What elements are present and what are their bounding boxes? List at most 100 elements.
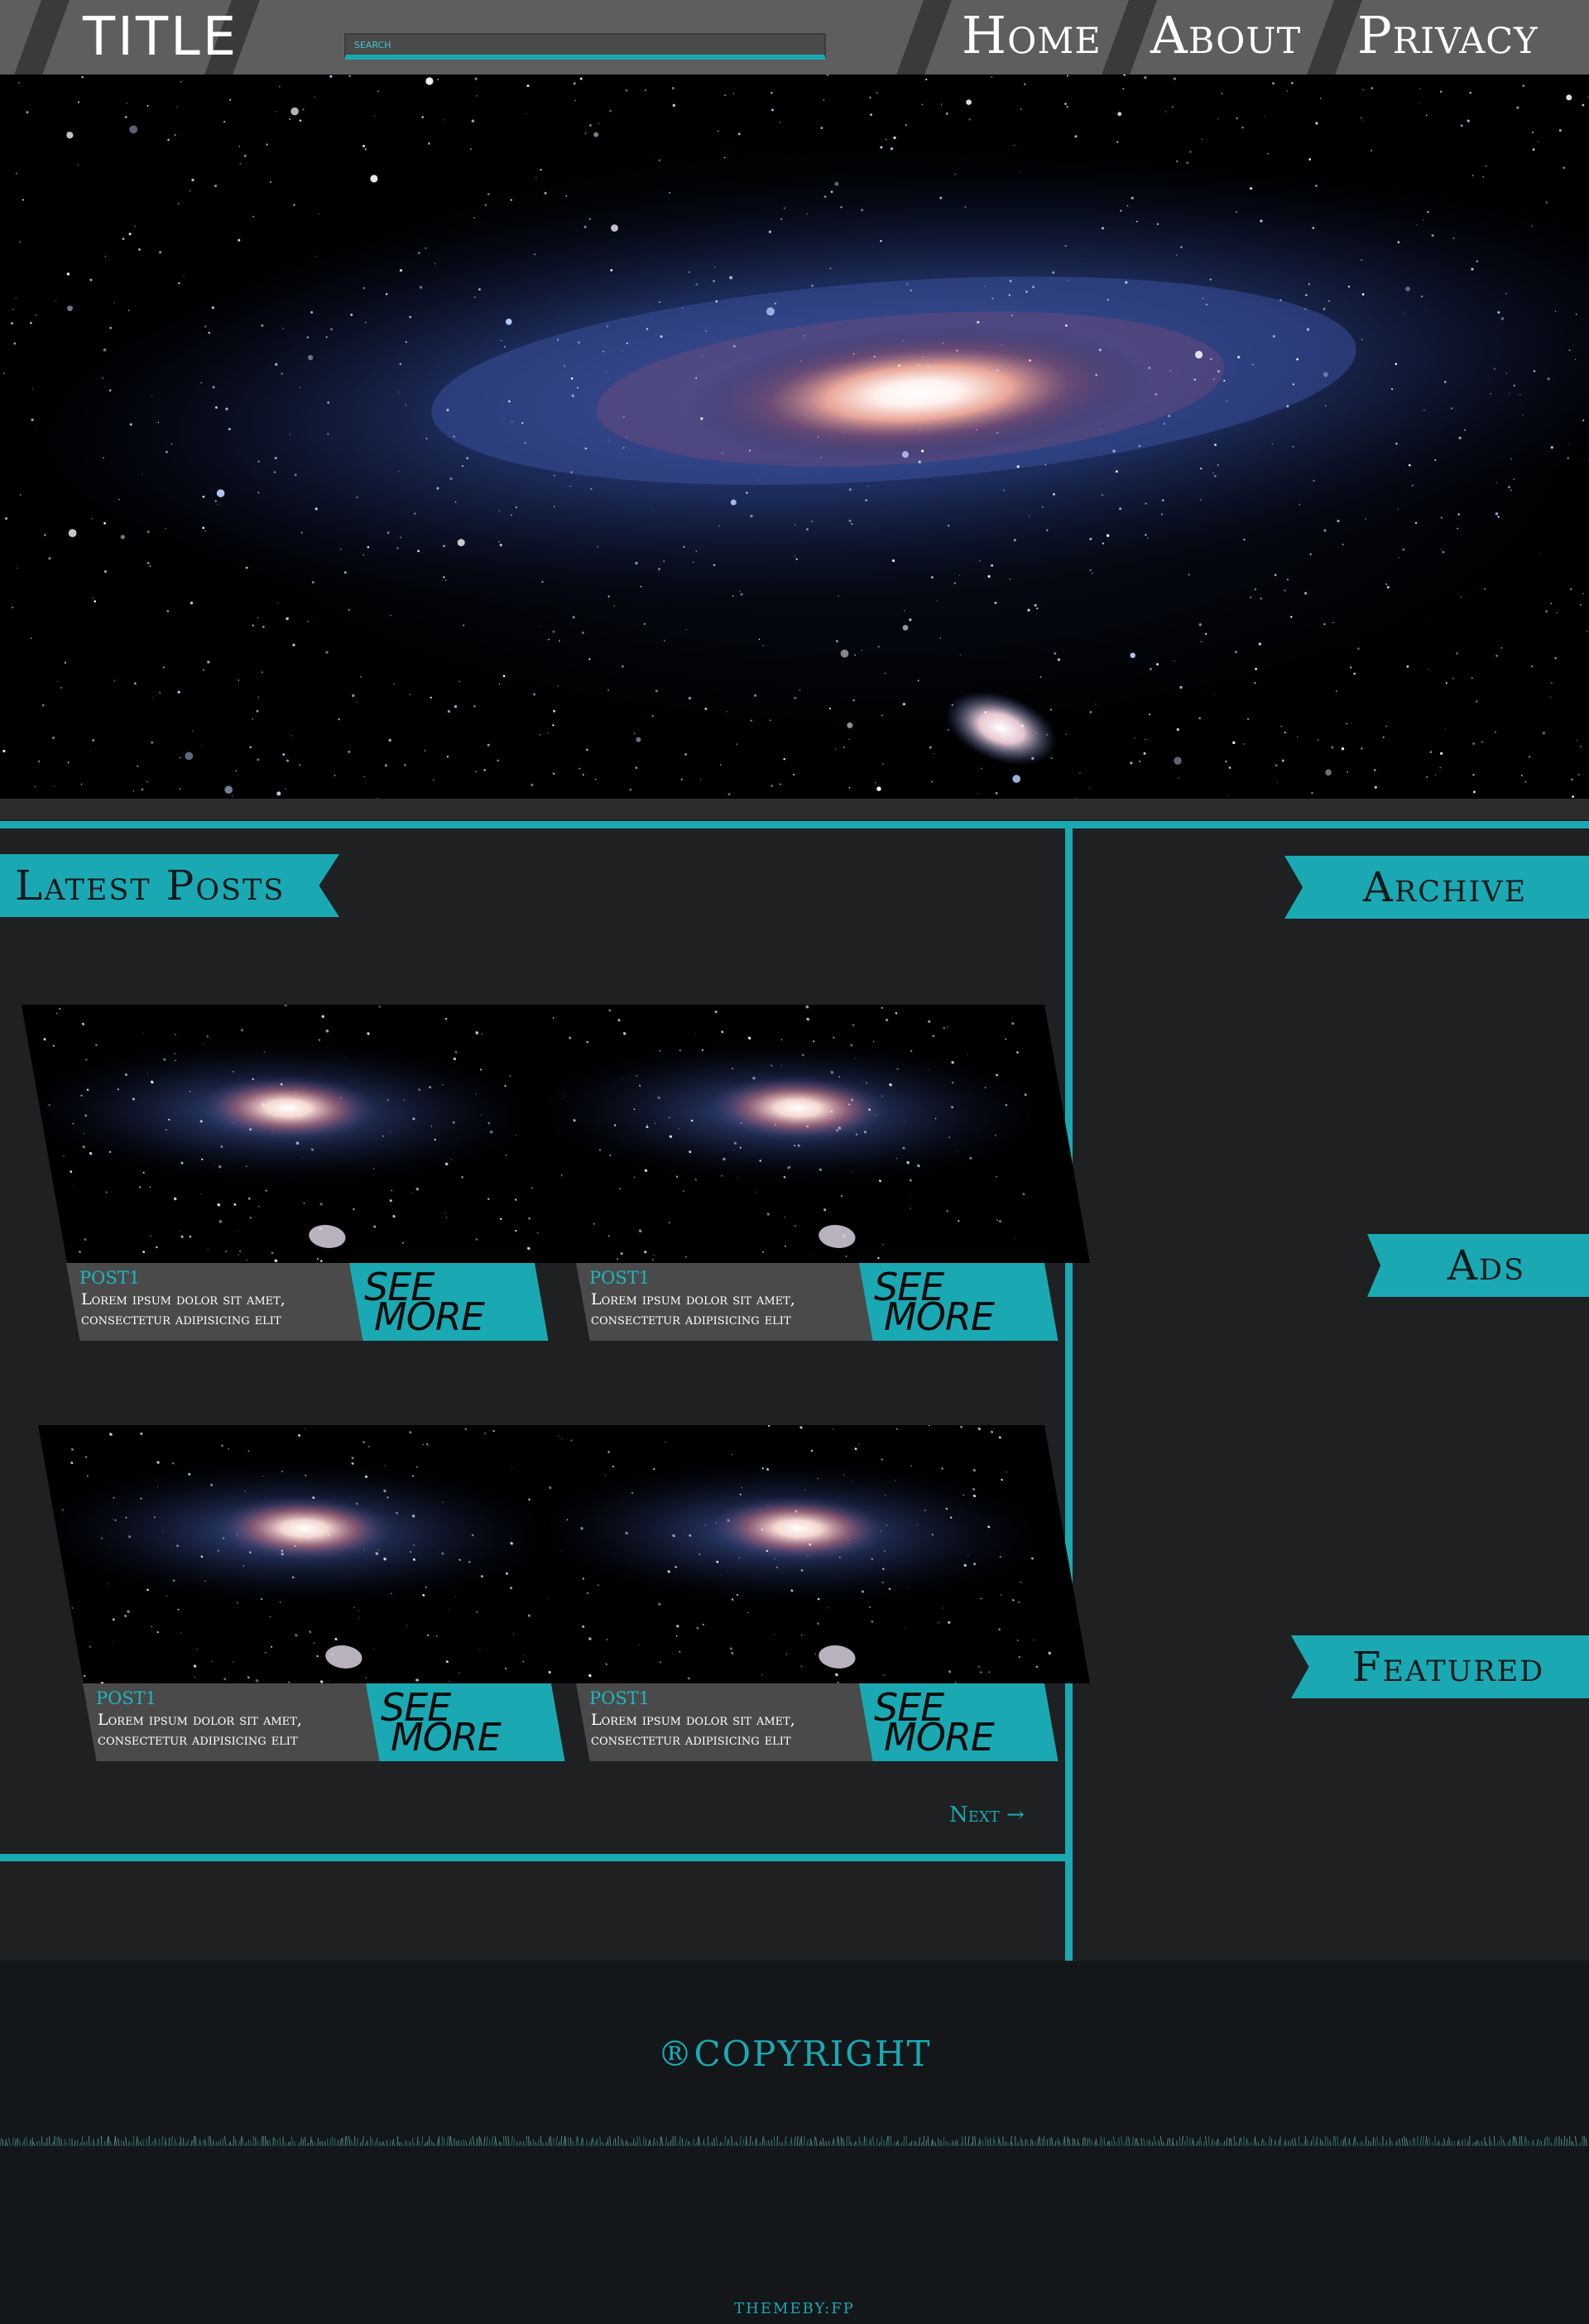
star [351,1457,354,1459]
star [247,1676,250,1679]
see-more-button[interactable]: SEE MORE [859,1683,1059,1761]
star [1198,623,1202,627]
grass-blade [1088,2138,1091,2147]
post-card[interactable]: POST1 Lorem ipsum dolor sit amet, consec… [531,1005,1091,1344]
star [747,1611,749,1614]
star [86,1475,89,1477]
grass-blade [719,2141,722,2147]
star [1532,148,1535,151]
star [512,1633,514,1635]
star [196,1649,198,1650]
star [1452,238,1455,239]
star [142,1251,146,1254]
star [885,1018,889,1022]
star [617,1019,621,1022]
star [1236,211,1238,214]
star [79,1251,81,1253]
grass-blade [483,2136,486,2147]
star [854,1448,857,1451]
star [1176,727,1180,732]
grass-blade [960,2142,963,2147]
star [526,84,530,87]
star [931,576,934,579]
star [31,418,34,421]
star [922,357,924,358]
star [1395,363,1398,366]
grass-blade [161,2136,164,2147]
grass-blade [168,2137,170,2147]
grass-blade [98,2138,100,2147]
next-page-link[interactable]: Next → [949,1803,1025,1827]
star [1102,542,1104,545]
grass-blade [359,2142,362,2147]
star [1464,429,1466,431]
search-input[interactable] [346,35,824,55]
star [573,82,576,85]
star [175,1034,176,1036]
star [625,89,628,92]
grass-blade [458,2139,460,2147]
star [1107,299,1109,301]
star [1441,516,1443,519]
star [1471,677,1473,679]
post-card[interactable]: POST1 Lorem ipsum dolor sit amet, consec… [22,1005,581,1344]
star [1315,122,1318,125]
grass-blade [698,2138,701,2147]
star [1254,682,1256,684]
star [633,1176,636,1179]
star [498,540,500,543]
post-thumbnail[interactable] [531,1425,1091,1683]
star [81,76,84,79]
grass-blade [1068,2139,1071,2147]
grass-blade [967,2136,970,2147]
grass-blade [1506,2142,1509,2147]
star [1020,108,1022,110]
star [714,1011,718,1014]
divider-line [1065,828,1073,1961]
star [530,783,534,787]
star [1374,785,1377,789]
star [138,1186,142,1188]
post-thumbnail[interactable] [22,1005,581,1263]
grass-blade [491,2136,494,2147]
star [1001,1478,1003,1481]
nav-home[interactable]: Home [962,5,1102,65]
star [38,760,41,763]
grass-blade [863,2136,866,2147]
grass-blade [1217,2138,1220,2147]
star [902,703,905,706]
post-card[interactable]: POST1 Lorem ipsum dolor sit amet, consec… [38,1425,598,1765]
site-title[interactable]: TITLE [83,7,238,68]
nav-about[interactable]: About [1150,5,1301,65]
star [984,711,987,713]
star [869,1606,871,1608]
star [542,1142,545,1145]
see-more-button[interactable]: SEE MORE [349,1263,549,1341]
post-thumbnail[interactable] [531,1005,1091,1263]
star [1112,449,1116,453]
star [141,788,144,791]
see-more-button[interactable]: SEE MORE [859,1263,1059,1341]
nav-privacy[interactable]: Privacy [1357,5,1539,65]
star [668,1222,670,1224]
grass-blade [76,2139,79,2147]
star [173,1197,177,1201]
grass-blade [1334,2136,1337,2147]
post-thumbnail[interactable] [38,1425,598,1683]
star [398,471,400,473]
star [437,78,439,80]
grass-blade [1304,2136,1307,2147]
star [881,714,883,717]
star [476,95,478,97]
post-card[interactable]: POST1 Lorem ipsum dolor sit amet, consec… [531,1425,1091,1765]
grass-blade [739,2136,742,2147]
grass-blade [903,2136,905,2147]
grass-blade [751,2140,754,2147]
grass-blade [1344,2136,1347,2147]
star [688,271,690,273]
grass-blade [790,2137,793,2147]
grass-blade [240,2136,242,2147]
star [274,1259,278,1263]
grass-blade [998,2139,1001,2147]
star [159,691,161,694]
